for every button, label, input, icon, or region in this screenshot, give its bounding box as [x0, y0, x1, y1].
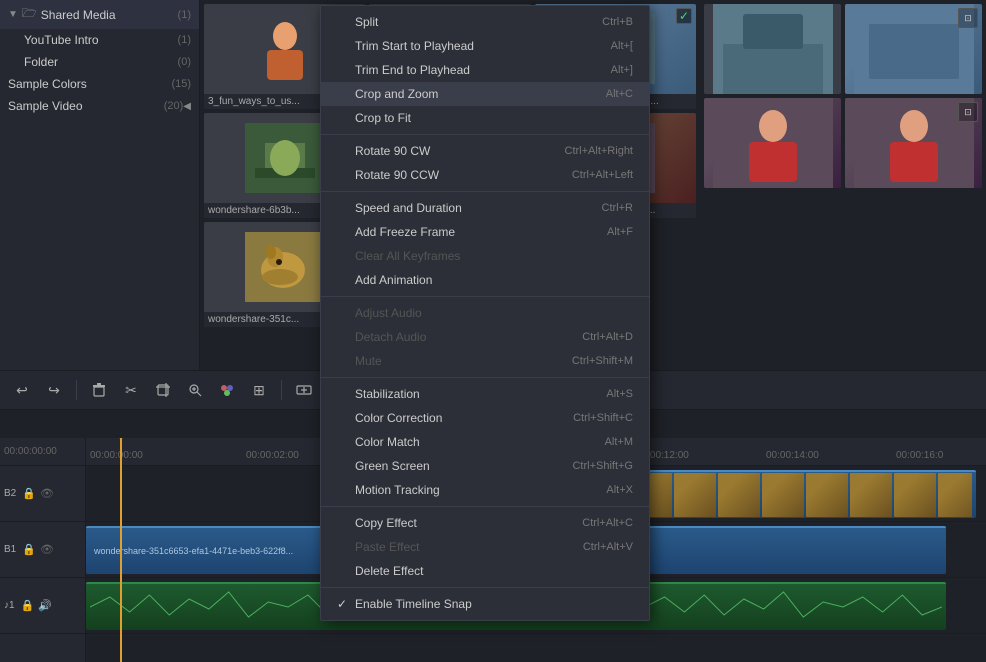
track-a1-volume-icon[interactable]: 🔊	[38, 599, 52, 612]
media-thumb-right3[interactable]	[704, 98, 841, 188]
track-b2-eye-icon[interactable]: 👁	[40, 487, 54, 500]
ruler-mark-1: 00:00:02:00	[246, 450, 299, 461]
collapse-arrow-icon: ◀	[183, 101, 191, 112]
track-a1-lock-icon[interactable]: 🔒	[21, 599, 35, 612]
cut-button[interactable]: ✂	[117, 376, 145, 404]
track-label-b2: B2 🔒 👁	[0, 466, 85, 522]
ctx-speed-duration[interactable]: Speed and Duration Ctrl+R	[321, 196, 649, 220]
ruler-mark-0: 00:00:00:00	[90, 450, 143, 461]
track-a1-label: ♪1	[4, 600, 15, 611]
toolbar-separator	[76, 380, 77, 400]
playhead-triangle	[115, 438, 127, 440]
ctx-separator-1	[321, 134, 649, 135]
layout-button[interactable]: ⊞	[245, 376, 273, 404]
ctx-add-freeze[interactable]: Add Freeze Frame Alt+F	[321, 220, 649, 244]
sidebar-item-sample-colors[interactable]: Sample Colors (15)	[0, 73, 199, 95]
zoom-button[interactable]	[181, 376, 209, 404]
media-check-overlay: ✓	[676, 8, 692, 24]
ctx-trim-end[interactable]: Trim End to Playhead Alt+]	[321, 58, 649, 82]
sidebar-item-count: (1)	[178, 9, 191, 21]
crop-button[interactable]	[149, 376, 177, 404]
ctx-motion-tracking[interactable]: Motion Tracking Alt+X	[321, 478, 649, 502]
ctx-color-match[interactable]: Color Match Alt+M	[321, 430, 649, 454]
ctx-crop-zoom[interactable]: Crop and Zoom Alt+C	[321, 82, 649, 106]
sidebar-item-count: (1)	[178, 34, 191, 46]
delete-button[interactable]	[85, 376, 113, 404]
expand-arrow-icon: ▼	[8, 9, 18, 20]
ctx-separator-6	[321, 587, 649, 588]
track-b2-lock-icon[interactable]: 🔒	[22, 487, 36, 500]
context-menu: Split Ctrl+B Trim Start to Playhead Alt+…	[320, 5, 650, 621]
sidebar-item-sample-video[interactable]: Sample Video (20) ◀	[0, 95, 199, 117]
ctx-adjust-audio: Adjust Audio	[321, 301, 649, 325]
color-button[interactable]	[213, 376, 241, 404]
media-thumb-right2[interactable]: ⊡	[845, 4, 982, 94]
ctx-mute: Mute Ctrl+Shift+M	[321, 349, 649, 373]
track-label-a1: ♪1 🔒 🔊	[0, 578, 85, 634]
ctx-copy-effect[interactable]: Copy Effect Ctrl+Alt+C	[321, 511, 649, 535]
check-icon: ✓	[337, 597, 351, 611]
ctx-trim-start[interactable]: Trim Start to Playhead Alt+[	[321, 34, 649, 58]
sidebar-item-label: Sample Colors	[8, 77, 167, 91]
playhead[interactable]	[120, 438, 122, 662]
track-b1-eye-icon[interactable]: 👁	[40, 543, 54, 556]
left-panel: ▼ 🗁 Shared Media (1) YouTube Intro (1) F…	[0, 0, 200, 370]
ctx-green-screen[interactable]: Green Screen Ctrl+Shift+G	[321, 454, 649, 478]
ctx-rotate-cw[interactable]: Rotate 90 CW Ctrl+Alt+Right	[321, 139, 649, 163]
toolbar-separator-2	[281, 380, 282, 400]
ctx-separator-3	[321, 296, 649, 297]
sidebar-item-youtube-intro[interactable]: YouTube Intro (1)	[0, 29, 199, 51]
timeline-track-labels: 00:00:00:00 B2 🔒 👁 B1 🔒 👁 ♪1 🔒 🔊	[0, 438, 86, 662]
sidebar-item-label: Shared Media	[41, 8, 174, 22]
track-b2-label: B2	[4, 488, 16, 499]
track-clip-b2[interactable]	[626, 470, 976, 518]
ctx-rotate-ccw[interactable]: Rotate 90 CCW Ctrl+Alt+Left	[321, 163, 649, 187]
undo-button[interactable]: ↩	[8, 376, 36, 404]
ctx-crop-fit[interactable]: Crop to Fit	[321, 106, 649, 130]
right-media-panel: ⊡ ⊡	[700, 0, 986, 370]
sidebar-item-label: YouTube Intro	[24, 33, 174, 47]
track-b1-label: B1	[4, 544, 16, 555]
ctx-stabilization[interactable]: Stabilization Alt+S	[321, 382, 649, 406]
sidebar-item-count: (15)	[171, 78, 191, 90]
ctx-separator-2	[321, 191, 649, 192]
ctx-add-animation[interactable]: Add Animation	[321, 268, 649, 292]
sidebar-item-shared-media[interactable]: ▼ 🗁 Shared Media (1)	[0, 0, 199, 29]
ruler-mark-6: 00:00:16:0	[896, 450, 943, 461]
track-label-b1: B1 🔒 👁	[0, 522, 85, 578]
ctx-detach-audio: Detach Audio Ctrl+Alt+D	[321, 325, 649, 349]
sidebar-item-label: Sample Video	[8, 99, 160, 113]
media-thumb-right4[interactable]: ⊡	[845, 98, 982, 188]
ctx-split[interactable]: Split Ctrl+B	[321, 10, 649, 34]
ctx-separator-5	[321, 506, 649, 507]
ctx-enable-snap[interactable]: ✓ Enable Timeline Snap	[321, 592, 649, 616]
ruler-mark-5: 00:00:14:00	[766, 450, 819, 461]
ctx-paste-effect: Paste Effect Ctrl+Alt+V	[321, 535, 649, 559]
ctx-color-correction[interactable]: Color Correction Ctrl+Shift+C	[321, 406, 649, 430]
folder-icon: 🗁	[22, 4, 37, 25]
timeline-time-label: 00:00:00:00	[4, 446, 57, 457]
redo-button[interactable]: ↪	[40, 376, 68, 404]
ctx-delete-effect[interactable]: Delete Effect	[321, 559, 649, 583]
sidebar-item-count: (0)	[178, 56, 191, 68]
sidebar-item-count: (20)	[164, 100, 184, 112]
sidebar-item-label: Folder	[24, 55, 174, 69]
add-video-track-button[interactable]	[290, 376, 318, 404]
ctx-clear-keyframes: Clear All Keyframes	[321, 244, 649, 268]
media-thumb-right1[interactable]	[704, 4, 841, 94]
sidebar-item-folder[interactable]: Folder (0)	[0, 51, 199, 73]
ctx-separator-4	[321, 377, 649, 378]
track-b1-lock-icon[interactable]: 🔒	[22, 543, 36, 556]
